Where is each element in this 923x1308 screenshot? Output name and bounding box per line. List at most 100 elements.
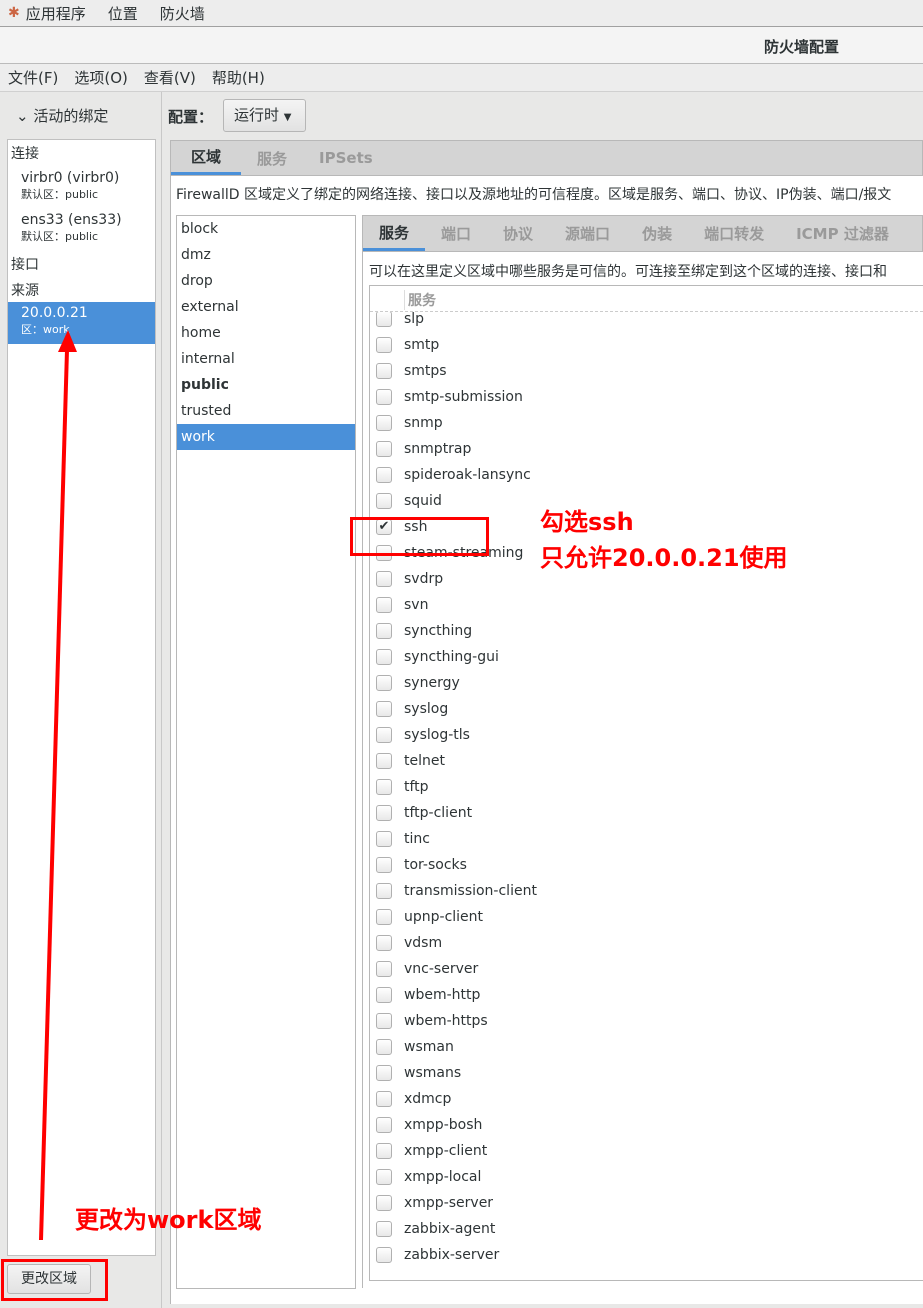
service-row[interactable]: svn xyxy=(370,592,923,618)
checkbox[interactable] xyxy=(376,1039,392,1055)
service-row[interactable]: xmpp-server xyxy=(370,1190,923,1216)
service-row[interactable]: wbem-https xyxy=(370,1008,923,1034)
service-row[interactable]: vdsm xyxy=(370,930,923,956)
checkbox[interactable] xyxy=(376,337,392,353)
menu-applications[interactable]: 应用程序 xyxy=(26,3,86,24)
checkbox[interactable] xyxy=(376,1117,392,1133)
menu-places[interactable]: 位置 xyxy=(108,3,138,24)
service-row[interactable]: smtp-submission xyxy=(370,384,923,410)
service-column-header[interactable]: 服务 xyxy=(404,290,436,310)
checkbox[interactable] xyxy=(376,935,392,951)
service-row[interactable]: wbem-http xyxy=(370,982,923,1008)
checkbox[interactable] xyxy=(376,857,392,873)
service-row[interactable]: telnet xyxy=(370,748,923,774)
service-row[interactable]: tinc xyxy=(370,826,923,852)
checkbox[interactable] xyxy=(376,415,392,431)
menu-options[interactable]: 选项(O) xyxy=(74,67,128,88)
menu-firewall[interactable]: 防火墙 xyxy=(160,3,205,24)
service-row[interactable]: zabbix-agent xyxy=(370,1216,923,1242)
zone-tab-3[interactable]: 源端口 xyxy=(549,216,626,251)
checkbox[interactable] xyxy=(376,701,392,717)
checkbox[interactable] xyxy=(376,493,392,509)
service-row[interactable]: wsman xyxy=(370,1034,923,1060)
menu-file[interactable]: 文件(F) xyxy=(8,67,58,88)
checkbox[interactable] xyxy=(376,753,392,769)
binding-item-virbr0[interactable]: virbr0 (virbr0) 默认区：public xyxy=(21,170,168,202)
checkbox[interactable] xyxy=(376,1065,392,1081)
services-rows[interactable]: slp smtp smtps smtp-submission snmp snmptrap s… xyxy=(370,306,923,1268)
checkbox[interactable] xyxy=(376,441,392,457)
menu-view[interactable]: 查看(V) xyxy=(144,67,196,88)
checkbox[interactable] xyxy=(376,597,392,613)
tab-ipsets[interactable]: IPSets xyxy=(303,141,389,175)
checkbox[interactable] xyxy=(376,1195,392,1211)
checkbox[interactable] xyxy=(376,779,392,795)
service-row[interactable]: squid xyxy=(370,488,923,514)
service-row[interactable]: synergy xyxy=(370,670,923,696)
checkbox[interactable] xyxy=(376,1143,392,1159)
checkbox[interactable] xyxy=(376,1247,392,1263)
checkbox[interactable] xyxy=(376,649,392,665)
service-row[interactable]: tftp xyxy=(370,774,923,800)
checkbox[interactable] xyxy=(376,311,392,327)
service-row[interactable]: xmpp-bosh xyxy=(370,1112,923,1138)
config-dropdown[interactable]: 运行时 ▼ xyxy=(223,99,306,132)
zone-tab-4[interactable]: 伪装 xyxy=(626,216,688,251)
zone-item-block[interactable]: block xyxy=(177,216,355,242)
zone-item-trusted[interactable]: trusted xyxy=(177,398,355,424)
checkbox[interactable] xyxy=(376,467,392,483)
service-row[interactable]: upnp-client xyxy=(370,904,923,930)
service-row[interactable]: snmptrap xyxy=(370,436,923,462)
zone-item-dmz[interactable]: dmz xyxy=(177,242,355,268)
service-row[interactable]: transmission-client xyxy=(370,878,923,904)
checkbox[interactable] xyxy=(376,363,392,379)
zone-tab-5[interactable]: 端口转发 xyxy=(688,216,780,251)
zone-item-public[interactable]: public xyxy=(177,372,355,398)
checkbox[interactable] xyxy=(376,909,392,925)
checkbox[interactable] xyxy=(376,987,392,1003)
zone-tab-6[interactable]: ICMP 过滤器 xyxy=(780,216,905,251)
binding-item-ens33[interactable]: ens33 (ens33) 默认区：public xyxy=(21,212,168,244)
checkbox[interactable] xyxy=(376,727,392,743)
zone-tab-1[interactable]: 端口 xyxy=(425,216,487,251)
zone-item-work[interactable]: work xyxy=(177,424,355,450)
checkbox[interactable] xyxy=(376,623,392,639)
service-row[interactable]: xdmcp xyxy=(370,1086,923,1112)
service-row[interactable]: tftp-client xyxy=(370,800,923,826)
checkbox[interactable] xyxy=(376,1091,392,1107)
service-row[interactable]: syslog-tls xyxy=(370,722,923,748)
checkbox[interactable] xyxy=(376,1221,392,1237)
service-row[interactable]: xmpp-local xyxy=(370,1164,923,1190)
service-row[interactable]: smtps xyxy=(370,358,923,384)
service-row[interactable]: tor-socks xyxy=(370,852,923,878)
zone-item-drop[interactable]: drop xyxy=(177,268,355,294)
service-row[interactable]: xmpp-client xyxy=(370,1138,923,1164)
checkbox[interactable] xyxy=(376,1169,392,1185)
zone-item-external[interactable]: external xyxy=(177,294,355,320)
service-row[interactable]: vnc-server xyxy=(370,956,923,982)
zone-item-internal[interactable]: internal xyxy=(177,346,355,372)
zone-item-home[interactable]: home xyxy=(177,320,355,346)
checkbox[interactable] xyxy=(376,961,392,977)
menu-help[interactable]: 帮助(H) xyxy=(212,67,265,88)
zone-tab-0[interactable]: 服务 xyxy=(363,216,426,251)
checkbox[interactable] xyxy=(376,1013,392,1029)
checkbox[interactable] xyxy=(376,389,392,405)
bindings-expander[interactable]: ⌄ 活动的绑定 xyxy=(16,105,108,126)
checkbox[interactable] xyxy=(376,675,392,691)
checkbox[interactable] xyxy=(376,805,392,821)
zone-tab-2[interactable]: 协议 xyxy=(487,216,549,251)
service-row[interactable]: snmp xyxy=(370,410,923,436)
service-row[interactable]: syncthing-gui xyxy=(370,644,923,670)
checkbox[interactable] xyxy=(376,571,392,587)
service-row[interactable]: smtp xyxy=(370,332,923,358)
service-row[interactable]: spideroak-lansync xyxy=(370,462,923,488)
tab-zones[interactable]: 区域 xyxy=(171,141,242,175)
service-row[interactable]: zabbix-server xyxy=(370,1242,923,1268)
service-row[interactable]: wsmans xyxy=(370,1060,923,1086)
checkbox[interactable] xyxy=(376,883,392,899)
tab-services[interactable]: 服务 xyxy=(241,141,303,175)
service-row[interactable]: syncthing xyxy=(370,618,923,644)
service-row[interactable]: syslog xyxy=(370,696,923,722)
checkbox[interactable] xyxy=(376,831,392,847)
